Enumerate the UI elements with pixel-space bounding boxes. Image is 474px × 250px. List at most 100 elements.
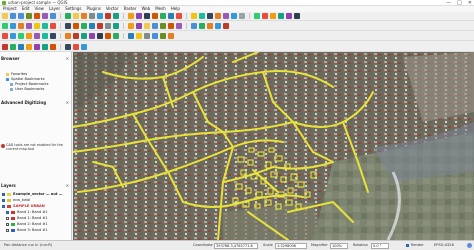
- layer-tool-icon[interactable]: [2, 43, 8, 50]
- file-tool-icon[interactable]: [128, 13, 134, 19]
- attribute-tool-icon[interactable]: [97, 33, 103, 39]
- rotation-field[interactable]: 0.0 °: [371, 242, 389, 249]
- layer-tool-icon[interactable]: [81, 43, 87, 50]
- file-tool-icon[interactable]: [42, 13, 48, 19]
- digitize-tool-icon[interactable]: [2, 23, 8, 29]
- digitize-tool-icon[interactable]: [89, 23, 95, 29]
- file-tool-icon[interactable]: [34, 13, 40, 19]
- layer-tool-icon[interactable]: [42, 43, 48, 50]
- file-tool-icon[interactable]: [18, 13, 24, 19]
- file-tool-icon[interactable]: [10, 13, 16, 19]
- attribute-tool-icon[interactable]: [128, 33, 134, 39]
- coordinate-field[interactable]: 393768.3,4765771.8: [214, 242, 258, 249]
- layer-item[interactable]: Band 2: Band #1: [6, 222, 48, 226]
- browser-item-project-bookmarks[interactable]: Project Bookmarks: [10, 82, 49, 86]
- layer-tool-icon[interactable]: [18, 43, 24, 50]
- layer-tool-icon[interactable]: [65, 43, 71, 50]
- digitize-tool-icon[interactable]: [34, 23, 40, 29]
- digitize-tool-icon[interactable]: [105, 23, 111, 29]
- close-icon[interactable]: ✕: [66, 183, 69, 188]
- digitize-tool-icon[interactable]: [191, 23, 197, 29]
- file-tool-icon[interactable]: [113, 13, 119, 19]
- digitize-tool-icon[interactable]: [128, 23, 134, 29]
- digitize-tool-icon[interactable]: [81, 23, 87, 29]
- file-tool-icon[interactable]: [223, 13, 229, 19]
- layer-visibility-checkbox[interactable]: [6, 228, 9, 232]
- layer-visibility-checkbox[interactable]: [6, 222, 9, 226]
- digitize-tool-icon[interactable]: [215, 23, 221, 29]
- file-tool-icon[interactable]: [294, 13, 300, 19]
- map-canvas[interactable]: [73, 52, 474, 240]
- layer-tool-icon[interactable]: [50, 43, 56, 50]
- magnifier-field[interactable]: 100%: [330, 242, 348, 249]
- attribute-tool-icon[interactable]: [152, 33, 158, 39]
- digitize-tool-icon[interactable]: [26, 23, 32, 29]
- layer-item[interactable]: Band 1: Band #1: [6, 216, 48, 220]
- file-tool-icon[interactable]: [65, 13, 71, 19]
- digitize-tool-icon[interactable]: [168, 23, 174, 29]
- attribute-tool-icon[interactable]: [18, 33, 24, 39]
- file-tool-icon[interactable]: [160, 13, 166, 19]
- layer-item[interactable]: Example_sector — out —: [2, 192, 62, 196]
- file-tool-icon[interactable]: [168, 13, 174, 19]
- attribute-tool-icon[interactable]: [144, 33, 150, 39]
- digitize-tool-icon[interactable]: [136, 23, 142, 29]
- close-icon[interactable]: ✕: [66, 56, 69, 61]
- digitize-tool-icon[interactable]: [144, 23, 150, 29]
- digitize-tool-icon[interactable]: [199, 23, 205, 29]
- browser-item-favorites[interactable]: Favorites: [6, 72, 27, 76]
- layer-tool-icon[interactable]: [34, 43, 40, 50]
- attribute-tool-icon[interactable]: [10, 33, 16, 39]
- file-tool-icon[interactable]: [207, 13, 213, 19]
- file-tool-icon[interactable]: [105, 13, 111, 19]
- file-tool-icon[interactable]: [176, 13, 182, 19]
- render-checkbox[interactable]: [406, 244, 409, 247]
- digitize-tool-icon[interactable]: [10, 23, 16, 29]
- file-tool-icon[interactable]: [278, 13, 284, 19]
- attribute-tool-icon[interactable]: [136, 33, 142, 39]
- file-tool-icon[interactable]: [199, 13, 205, 19]
- messages-icon[interactable]: [467, 243, 472, 248]
- layer-visibility-checkbox[interactable]: [2, 204, 5, 208]
- file-tool-icon[interactable]: [270, 13, 276, 19]
- layer-visibility-checkbox[interactable]: [2, 192, 5, 196]
- attribute-tool-icon[interactable]: [89, 33, 95, 39]
- file-tool-icon[interactable]: [231, 13, 237, 19]
- browser-item-user-bookmarks[interactable]: User Bookmarks: [10, 87, 44, 91]
- digitize-tool-icon[interactable]: [18, 23, 24, 29]
- digitize-tool-icon[interactable]: [97, 23, 103, 29]
- attribute-tool-icon[interactable]: [42, 33, 48, 39]
- attribute-tool-icon[interactable]: [105, 33, 111, 39]
- attribute-tool-icon[interactable]: [73, 33, 79, 39]
- attribute-tool-icon[interactable]: [34, 33, 40, 39]
- digitize-tool-icon[interactable]: [223, 23, 229, 29]
- browser-item-spatial-bookmarks[interactable]: Spatial Bookmarks: [6, 77, 45, 81]
- file-tool-icon[interactable]: [215, 13, 221, 19]
- digitize-tool-icon[interactable]: [50, 23, 56, 29]
- layer-visibility-checkbox[interactable]: [2, 198, 5, 202]
- close-icon[interactable]: ✕: [66, 100, 69, 105]
- attribute-tool-icon[interactable]: [113, 33, 119, 39]
- layer-item[interactable]: SAMPLE URBAN: [2, 204, 45, 208]
- scale-field[interactable]: 1:3298096: [275, 242, 307, 249]
- layer-visibility-checkbox[interactable]: [6, 216, 9, 220]
- layer-tool-icon[interactable]: [26, 43, 32, 50]
- digitize-tool-icon[interactable]: [176, 23, 182, 29]
- attribute-tool-icon[interactable]: [26, 33, 32, 39]
- layer-item[interactable]: Band 1: Band #1: [6, 210, 48, 214]
- file-tool-icon[interactable]: [26, 13, 32, 19]
- digitize-tool-icon[interactable]: [113, 23, 119, 29]
- file-tool-icon[interactable]: [97, 13, 103, 19]
- digitize-tool-icon[interactable]: [65, 23, 71, 29]
- crs-button[interactable]: EPSG:4326: [434, 243, 454, 247]
- digitize-tool-icon[interactable]: [42, 23, 48, 29]
- layer-item[interactable]: Band 3: Band #1: [6, 228, 48, 232]
- file-tool-icon[interactable]: [50, 13, 56, 19]
- file-tool-icon[interactable]: [286, 13, 292, 19]
- digitize-tool-icon[interactable]: [73, 23, 79, 29]
- attribute-tool-icon[interactable]: [2, 33, 8, 39]
- attribute-tool-icon[interactable]: [81, 33, 87, 39]
- file-tool-icon[interactable]: [191, 13, 197, 19]
- attribute-tool-icon[interactable]: [50, 33, 56, 39]
- layer-item[interactable]: ecw_total: [2, 198, 30, 202]
